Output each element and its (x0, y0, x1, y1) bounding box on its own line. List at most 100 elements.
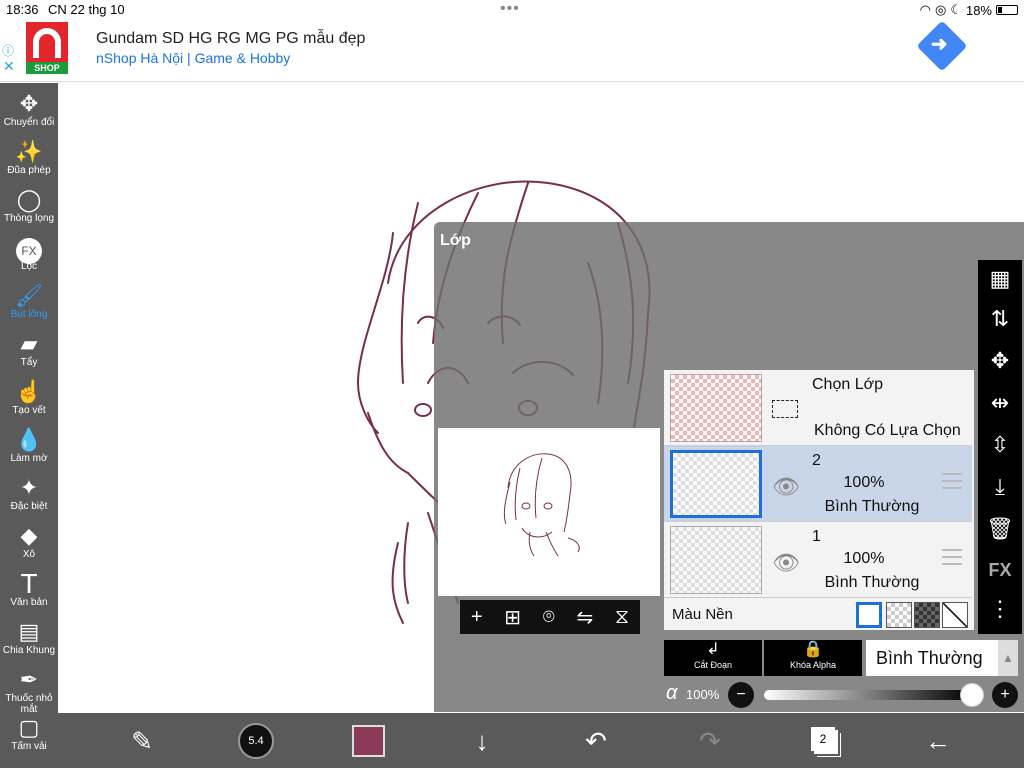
layer-thumbnail (670, 450, 762, 518)
clock: 18:36 (6, 2, 39, 17)
redo-icon[interactable]: ↷ (688, 723, 732, 759)
layer-row-1[interactable]: 👁 1 100% Bình Thường (664, 522, 972, 598)
selection-marquee-icon (772, 400, 798, 418)
drag-handle-icon[interactable] (942, 468, 962, 494)
tool-brush[interactable]: 🖌 Bút lông (0, 283, 58, 320)
eraser-icon: ▰ (20, 331, 38, 356)
tool-sidebar: ✥ Chuyển đổi ✨ Đũa phép ◯ Thòng lọng FX Lọc 🖌 Bút… (0, 83, 58, 768)
status-bar: 18:36 CN 22 thg 10 ••• ◠ ◎ ☾ 18% (0, 0, 1024, 20)
background-label: Màu Nền (672, 606, 733, 623)
swap-layer-icon[interactable]: ⇅ (978, 306, 1022, 332)
layer-panel-title: Lớp (440, 232, 471, 249)
tool-bucket[interactable]: ◆ Xô (0, 523, 58, 560)
layer-row-2[interactable]: 👁 2 100% Bình Thường (664, 446, 972, 522)
tool-smudge[interactable]: ☝ Tạo vết (0, 379, 58, 416)
eye-icon[interactable]: 👁 (772, 474, 800, 500)
wifi-icon: ◠ (919, 2, 931, 17)
ad-title[interactable]: Gundam SD HG RG MG PG mẫu đẹp (96, 30, 365, 48)
layer-name: 2 (812, 452, 821, 469)
download-icon[interactable]: ↓ (458, 723, 506, 759)
layer-name: 1 (812, 528, 821, 545)
tool-frame-divider[interactable]: ▤ Chia Khung (0, 619, 58, 656)
tool-label: Đặc biệt (10, 501, 48, 512)
drag-handle-icon[interactable] (942, 544, 962, 570)
opacity-slider-thumb[interactable] (960, 683, 984, 707)
opacity-slider[interactable] (764, 690, 972, 700)
ad-close-icon[interactable]: ✕ (3, 58, 15, 75)
fx-filter-icon: FX (0, 235, 58, 264)
back-arrow-icon[interactable]: ← (916, 723, 960, 759)
rotate-preview-icon[interactable]: ⧖ (615, 606, 629, 629)
selection-layer-thumbnail (670, 374, 762, 442)
selection-layer-row[interactable]: Chọn Lớp Không Có Lựa Chọn (664, 370, 972, 446)
flip-horizontal-icon[interactable]: ⇹ (978, 390, 1022, 416)
lock-icon: 🔒 (803, 641, 823, 658)
trash-icon[interactable]: 🗑 (978, 516, 1022, 542)
opacity-minus-button[interactable]: − (728, 682, 754, 708)
opacity-plus-button[interactable]: + (992, 682, 1018, 708)
more-icon[interactable]: ⋮ (978, 596, 1022, 622)
tool-move[interactable]: ✥ Chuyển đổi (0, 91, 58, 128)
bottom-toolbar: ✎ 5.4 ↓ ↶ ↷ 2 ← (58, 713, 1024, 768)
bg-transparent-swatch[interactable] (886, 602, 912, 628)
blend-mode-select[interactable]: Bình Thường ▲ (866, 640, 1018, 676)
eye-icon[interactable]: 👁 (772, 550, 800, 576)
layer-blend-mode: Bình Thường (824, 574, 920, 591)
bg-none-swatch[interactable] (942, 602, 968, 628)
selection-layer-title: Chọn Lớp (812, 376, 883, 393)
color-swatch[interactable] (352, 725, 385, 757)
tool-label: Tấm vải (11, 741, 47, 752)
tool-label: Xô (22, 549, 36, 560)
brush-size-indicator[interactable]: 5.4 (238, 723, 274, 759)
tool-lasso[interactable]: ◯ Thòng lọng (0, 187, 58, 224)
smudge-icon: ☝ (15, 379, 43, 404)
merge-down-icon[interactable]: ⤓ (978, 474, 1022, 500)
multitask-dots-icon[interactable]: ••• (500, 0, 520, 18)
tool-special[interactable]: ✦ Đặc biệt (0, 475, 58, 512)
flip-vertical-icon[interactable]: ⇳ (978, 432, 1022, 458)
tool-label: Tạo vết (12, 405, 46, 416)
layer-actions-strip: ▦ ⇅ ✥ ⇹ ⇳ ⤓ 🗑 FX ⋮ (978, 260, 1022, 634)
fx-icon[interactable]: FX (978, 560, 1022, 581)
tool-text[interactable]: T Văn bản (0, 568, 58, 609)
checkerboard-icon[interactable]: ▦ (978, 266, 1022, 292)
bg-dark-swatch[interactable] (914, 602, 940, 628)
frame-divider-icon: ▤ (18, 619, 40, 644)
tool-blur[interactable]: 💧 Làm mờ (0, 427, 58, 464)
alpha-lock-button[interactable]: 🔒 Khóa Alpha (764, 640, 862, 676)
layer-blend-mode: Bình Thường (824, 498, 920, 515)
move-layer-icon[interactable]: ✥ (978, 348, 1022, 374)
tool-magic-wand[interactable]: ✨ Đũa phép (0, 139, 58, 176)
layer-panel: Lớp + ⊞ ⌾ ⇋ ⧖ Chọn Lớp Không Có Lựa Chọn… (434, 222, 1024, 712)
text-icon: T (20, 568, 38, 599)
bg-white-swatch[interactable] (856, 602, 882, 628)
duplicate-layer-icon[interactable]: ⊞ (504, 605, 521, 630)
alpha-lock-label: Khóa Alpha (789, 660, 837, 670)
blur-icon: 💧 (15, 427, 43, 452)
quick-transform-icon[interactable]: ✎ (120, 723, 164, 759)
ad-logo[interactable]: SHOP (26, 22, 68, 74)
flip-preview-icon[interactable]: ⇋ (577, 605, 594, 630)
undo-icon[interactable]: ↶ (574, 723, 618, 759)
add-layer-icon[interactable]: + (471, 606, 483, 629)
ad-info-icon[interactable]: ⓘ (2, 42, 14, 59)
background-color-row: Màu Nền (664, 598, 972, 630)
tool-label: Tẩy (20, 357, 38, 368)
tool-eraser[interactable]: ▰ Tẩy (0, 331, 58, 368)
clipping-button[interactable]: ↲ Cắt Đoạn (664, 640, 762, 676)
layers-button[interactable]: 2 (811, 727, 835, 751)
tool-canvas[interactable]: ▢ Tấm vải (0, 715, 58, 752)
brush-icon: 🖌 (15, 283, 43, 308)
camera-icon[interactable]: ⌾ (543, 606, 555, 629)
tool-eyedropper[interactable]: ✒ Thuốc nhỏ mắt (0, 667, 58, 715)
tool-fx-filter[interactable]: FX Lọc (0, 235, 58, 272)
layer-action-bar: ↲ Cắt Đoạn 🔒 Khóa Alpha Bình Thường ▲ (664, 640, 1020, 676)
ad-directions-icon[interactable]: ➜ (916, 20, 968, 72)
layer-preview[interactable] (438, 428, 660, 596)
special-icon: ✦ (19, 475, 39, 500)
ad-banner[interactable]: ⓘ ✕ SHOP Gundam SD HG RG MG PG mẫu đẹp n… (0, 20, 1024, 82)
ad-subtitle[interactable]: nShop Hà Nội | Game & Hobby (96, 50, 290, 66)
battery-percent: 18% (965, 2, 992, 18)
bucket-icon: ◆ (20, 523, 38, 548)
clip-arrow-icon: ↲ (706, 641, 720, 658)
